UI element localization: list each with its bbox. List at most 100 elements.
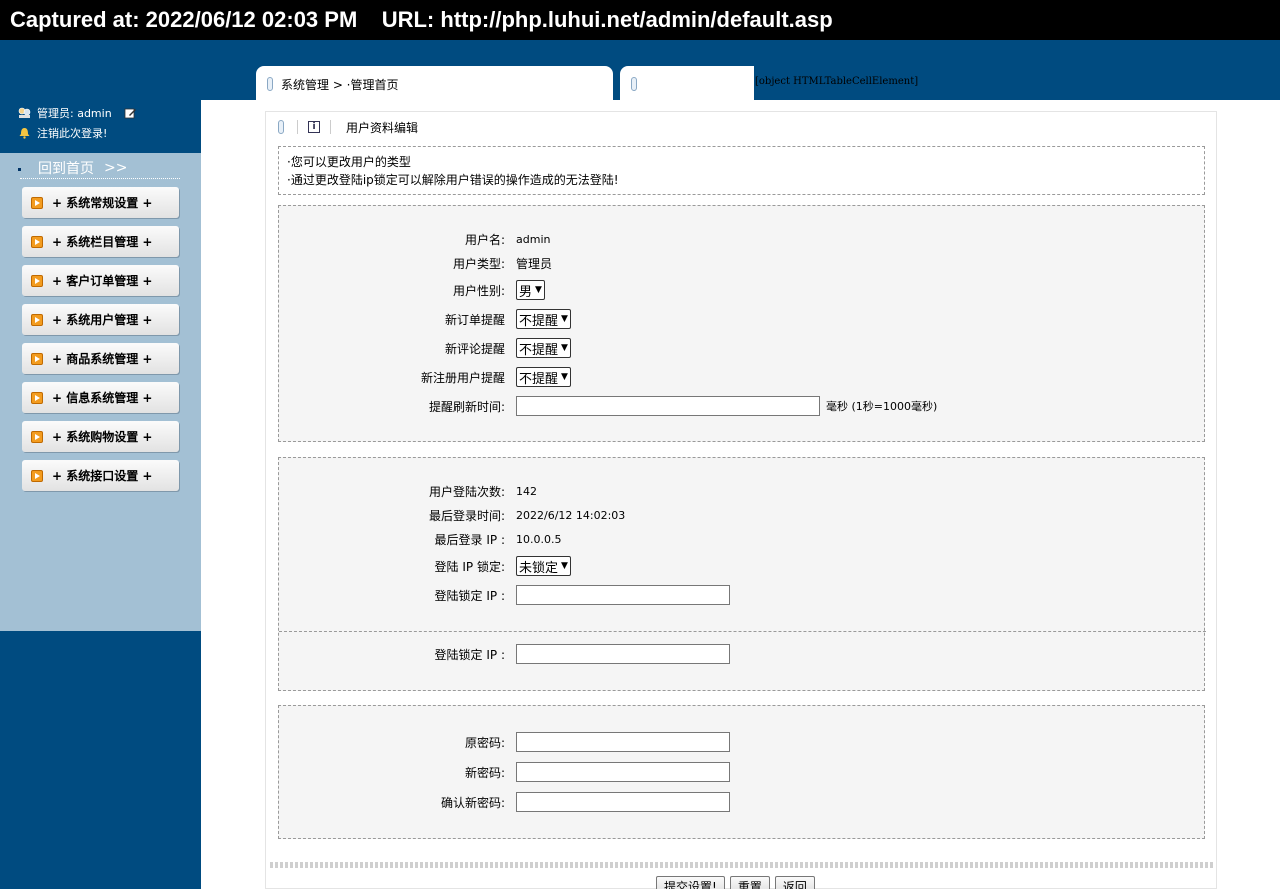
menu-user-management[interactable]: + 系统用户管理 + [22,304,179,335]
bell-icon [19,128,30,139]
chevron-down-icon: ▼ [535,285,542,295]
login-count-value: 142 [516,484,537,498]
comment-alert-label: 新评论提醒 [444,341,505,356]
menu-order-management[interactable]: + 客户订单管理 + [22,265,179,296]
chevron-down-icon: ▼ [561,372,568,382]
panel-header: i 用户资料编辑 [278,118,418,136]
arrow-icon [31,430,43,443]
divider [279,631,1206,632]
username-label: 用户名: [464,232,505,247]
menu-label: + 系统常规设置 + [52,196,153,210]
register-alert-selected: 不提醒 [519,371,559,387]
confirm-password-label: 确认新密码: [440,795,505,810]
menu-product-management[interactable]: + 商品系统管理 + [22,343,179,374]
divider [330,120,331,134]
new-password-input[interactable] [516,762,730,782]
tab-admin-home[interactable]: 系统管理 > ·管理首页 [256,66,613,100]
notice-line: ·通过更改登陆ip锁定可以解除用户错误的操作造成的无法登陆! [287,173,619,187]
login-section: 用户登陆次数: 142 最后登录时间: 2022/6/12 14:02:03 最后登… [278,457,1206,691]
user-box: 管理员: admin 注销此次登录! [0,100,201,153]
menu-label: + 客户订单管理 + [52,274,153,288]
admin-label: 管理员: admin [37,107,112,120]
order-alert-label: 新订单提醒 [444,312,505,327]
arrow-icon [31,274,43,287]
comment-alert-selected: 不提醒 [519,342,559,358]
menu-info-management[interactable]: + 信息系统管理 + [22,382,179,413]
tab-second-label: [object HTMLTableCellElement] [755,76,919,87]
last-login-ip-label: 最后登录 IP : [434,532,505,547]
menu-label: + 系统栏目管理 + [52,235,153,249]
refresh-label: 提醒刷新时间: [428,399,505,414]
arrow-icon [31,469,43,482]
refresh-input[interactable] [516,396,820,416]
divider [297,120,298,134]
register-alert-select[interactable]: 不提醒 ▼ [516,367,571,387]
users-icon [18,107,31,118]
refresh-unit: 毫秒 (1秒=1000毫秒) [826,400,938,413]
arrow-icon [31,391,43,404]
breadcrumb: 系统管理 > ·管理首页 [281,78,399,92]
info-icon: i [308,121,320,133]
action-buttons: 提交设置! 重置 返回 [656,876,815,889]
chevron-down-icon: ▼ [561,561,568,571]
logout-link[interactable]: 注销此次登录! [37,125,107,141]
user-type-label: 用户类型: [452,256,505,271]
register-alert-label: 新注册用户提醒 [420,370,505,385]
bullet-icon [18,168,21,171]
old-password-input[interactable] [516,732,730,752]
username-value: admin [516,232,551,246]
order-alert-selected: 不提醒 [519,313,559,329]
arrow-icon [31,235,43,248]
lock-ip-label-2: 登陆锁定 IP : [434,647,505,662]
gender-label: 用户性别: [452,283,505,298]
arrow-icon [31,352,43,365]
chevron-down-icon: ▼ [561,343,568,353]
menu-label: + 系统接口设置 + [52,469,153,483]
menu-shopping-settings[interactable]: + 系统购物设置 + [22,421,179,452]
separator-stripe [270,862,1214,868]
menu-label: + 商品系统管理 + [52,352,153,366]
menu-label: + 系统购物设置 + [52,430,153,444]
confirm-password-input[interactable] [516,792,730,812]
edit-icon[interactable] [124,107,137,119]
gender-selected: 男 [519,284,533,300]
profile-section: 用户名: admin 用户类型: 管理员 用户性别: 男 ▼ 新订单提醒 不提醒 ▼ 新… [278,205,1205,442]
tab-pill-icon [631,77,637,91]
chevron-down-icon: ▼ [561,314,568,324]
order-alert-select[interactable]: 不提醒 ▼ [516,309,571,329]
arrow-icon [31,196,43,209]
capture-banner: Captured at: 2022/06/12 02:03 PM URL: ht… [0,0,1280,40]
comment-alert-select[interactable]: 不提醒 ▼ [516,338,571,358]
home-arrows: >> [104,159,128,176]
last-login-time-label: 最后登录时间: [428,508,505,523]
back-button[interactable]: 返回 [774,876,815,889]
tab-pill-icon [267,77,273,91]
home-link[interactable]: 回到首页 >> [18,157,180,179]
tab-second[interactable] [620,66,754,100]
gender-select[interactable]: 男 ▼ [516,280,545,300]
ip-lock-select[interactable]: 未锁定 ▼ [516,556,571,576]
submit-button[interactable]: 提交设置! [656,876,725,889]
home-label: 回到首页 [38,160,94,177]
notice-line: ·您可以更改用户的类型 [287,155,411,169]
lock-ip-input-2[interactable] [516,644,730,664]
menu-label: + 信息系统管理 + [52,391,153,405]
ip-lock-label: 登陆 IP 锁定: [434,559,505,574]
sidebar: 回到首页 >> + 系统常规设置 + + 系统栏目管理 + + 客户订单管理 +… [0,153,201,631]
arrow-icon [31,313,43,326]
ip-lock-selected: 未锁定 [519,560,559,576]
menu-interface-settings[interactable]: + 系统接口设置 + [22,460,179,491]
menu-column-management[interactable]: + 系统栏目管理 + [22,226,179,257]
reset-button[interactable]: 重置 [729,876,770,889]
new-password-label: 新密码: [464,765,505,780]
old-password-label: 原密码: [464,735,505,750]
last-login-time-value: 2022/6/12 14:02:03 [516,508,626,522]
pill-icon [278,120,284,134]
login-count-label: 用户登陆次数: [428,484,505,499]
menu-system-settings[interactable]: + 系统常规设置 + [22,187,179,218]
lock-ip-input[interactable] [516,585,730,605]
menu-label: + 系统用户管理 + [52,313,153,327]
notice-box: ·您可以更改用户的类型 ·通过更改登陆ip锁定可以解除用户错误的操作造成的无法登… [278,146,1205,195]
password-section: 原密码: 新密码: 确认新密码: [278,705,1205,839]
user-type-value: 管理员 [516,256,553,271]
